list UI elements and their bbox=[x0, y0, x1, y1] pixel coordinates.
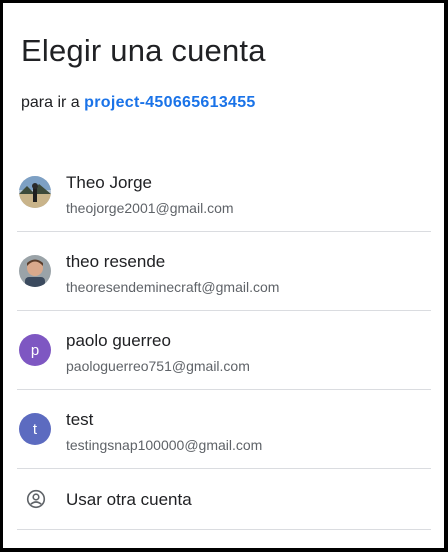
account-chooser-dialog: Elegir una cuenta para ir a project-4506… bbox=[3, 3, 444, 548]
avatar bbox=[19, 176, 51, 208]
account-email: paologuerreo751@gmail.com bbox=[66, 358, 250, 374]
subtitle: para ir a project-450665613455 bbox=[21, 94, 256, 112]
account-list: Theo Jorge theojorge2001@gmail.com theo … bbox=[17, 153, 431, 530]
use-other-account-button[interactable]: Usar otra cuenta bbox=[17, 469, 431, 530]
account-name: Theo Jorge bbox=[66, 173, 152, 192]
avatar bbox=[19, 255, 51, 287]
account-item-paolo-guerreo[interactable]: p paolo guerreo paologuerreo751@gmail.co… bbox=[17, 311, 431, 390]
account-email: theoresendeminecraft@gmail.com bbox=[66, 279, 280, 295]
project-link[interactable]: project-450665613455 bbox=[84, 94, 255, 111]
person-photo-icon bbox=[19, 255, 51, 287]
account-item-test[interactable]: t test testingsnap100000@gmail.com bbox=[17, 390, 431, 469]
page-title: Elegir una cuenta bbox=[21, 33, 266, 68]
avatar: t bbox=[19, 413, 51, 445]
account-name: paolo guerreo bbox=[66, 331, 171, 350]
avatar: p bbox=[19, 334, 51, 366]
account-name: theo resende bbox=[66, 252, 166, 271]
account-item-theo-jorge[interactable]: Theo Jorge theojorge2001@gmail.com bbox=[17, 153, 431, 232]
account-name: test bbox=[66, 410, 94, 429]
use-other-account-label: Usar otra cuenta bbox=[66, 490, 192, 509]
account-email: theojorge2001@gmail.com bbox=[66, 200, 234, 216]
landscape-photo-icon bbox=[19, 176, 51, 208]
account-circle-icon bbox=[26, 489, 46, 509]
subtitle-prefix: para ir a bbox=[21, 94, 80, 111]
account-email: testingsnap100000@gmail.com bbox=[66, 437, 263, 453]
account-item-theo-resende[interactable]: theo resende theoresendeminecraft@gmail.… bbox=[17, 232, 431, 311]
